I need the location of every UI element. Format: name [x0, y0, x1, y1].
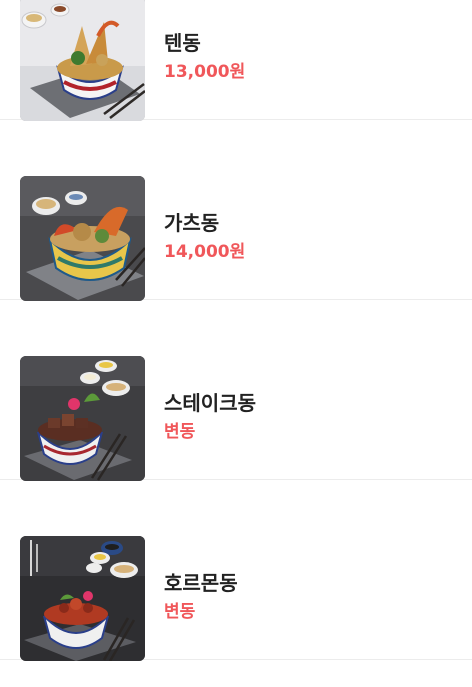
tendon-bowl-photo[interactable] — [20, 0, 145, 121]
menu-item-price: 변동 — [164, 422, 196, 442]
menu-item-hormone-don[interactable]: 호르몬동 변동 — [0, 480, 472, 661]
menu-item-gatsudon[interactable]: 가츠동 14,000원 — [0, 120, 472, 301]
menu-item-info: 가츠동 14,000원 — [164, 211, 245, 262]
menu-item-price: 14,000원 — [164, 242, 246, 262]
hormone-don-bowl-photo[interactable] — [20, 536, 145, 661]
menu-item-info: 호르몬동 변동 — [164, 571, 238, 622]
menu-item-name: 호르몬동 — [164, 571, 238, 595]
menu-item-tendon[interactable]: 텐동 13,000원 — [0, 0, 472, 121]
menu-item-price: 변동 — [164, 602, 196, 622]
menu-item-name: 텐동 — [164, 31, 201, 55]
menu-item-info: 스테이크동 변동 — [164, 391, 256, 442]
menu-item-price: 13,000원 — [164, 62, 246, 82]
gatsudon-bowl-photo[interactable] — [20, 176, 145, 301]
menu-item-info: 텐동 13,000원 — [164, 31, 245, 82]
menu-item-name: 스테이크동 — [164, 391, 256, 415]
steak-don-bowl-photo[interactable] — [20, 356, 145, 481]
menu-list: 텐동 13,000원 가츠동 14,000원 스테이크동 변동 호르몬동 변동 — [0, 0, 472, 661]
menu-item-name: 가츠동 — [164, 211, 220, 235]
menu-item-steak-don[interactable]: 스테이크동 변동 — [0, 300, 472, 481]
